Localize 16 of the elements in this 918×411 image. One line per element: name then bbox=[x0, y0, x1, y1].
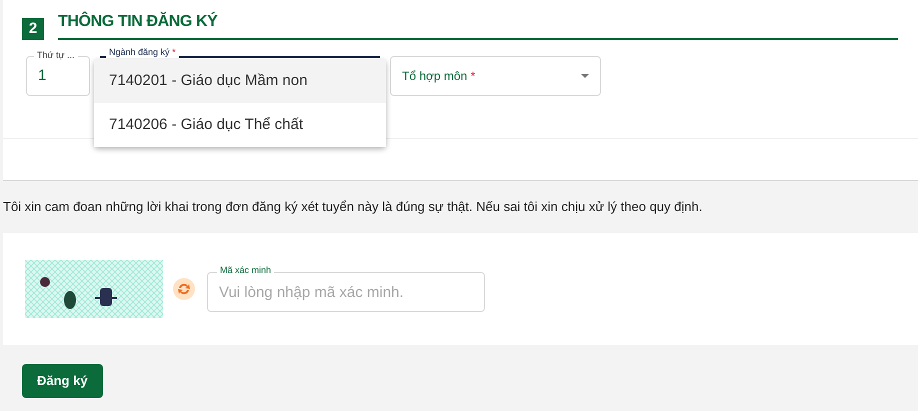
required-mark: * bbox=[470, 69, 476, 83]
dropdown-option[interactable]: 7140206 - Giáo dục Thể chất bbox=[94, 103, 386, 147]
caret-icon bbox=[581, 74, 589, 78]
field-label: Thứ tự ... bbox=[34, 49, 78, 61]
register-button[interactable]: Đăng ký bbox=[22, 364, 103, 398]
refresh-icon[interactable] bbox=[173, 278, 195, 300]
field-label: Mã xác minh bbox=[217, 264, 274, 276]
field-label: Ngành đăng ký * bbox=[106, 47, 179, 58]
dropdown-option[interactable]: 7140201 - Giáo dục Mầm non bbox=[94, 59, 386, 103]
select-placeholder: Tổ hợp môn bbox=[402, 69, 468, 83]
declaration-text: Tôi xin cam đoan những lời khai trong đơn đăng ký xét tuyển này là đúng sự thật. Nếu sai tôi xin chịu xử lý theo quy định. bbox=[2, 198, 704, 216]
section-title: THÔNG TIN ĐĂNG KÝ bbox=[58, 12, 218, 32]
section-number: 2 bbox=[22, 18, 44, 40]
verification-code-field[interactable]: Vui lòng nhập mã xác minh. bbox=[207, 272, 485, 312]
subject-group-select[interactable]: Tổ hợp môn * bbox=[390, 56, 601, 96]
required-mark: * bbox=[172, 47, 176, 57]
